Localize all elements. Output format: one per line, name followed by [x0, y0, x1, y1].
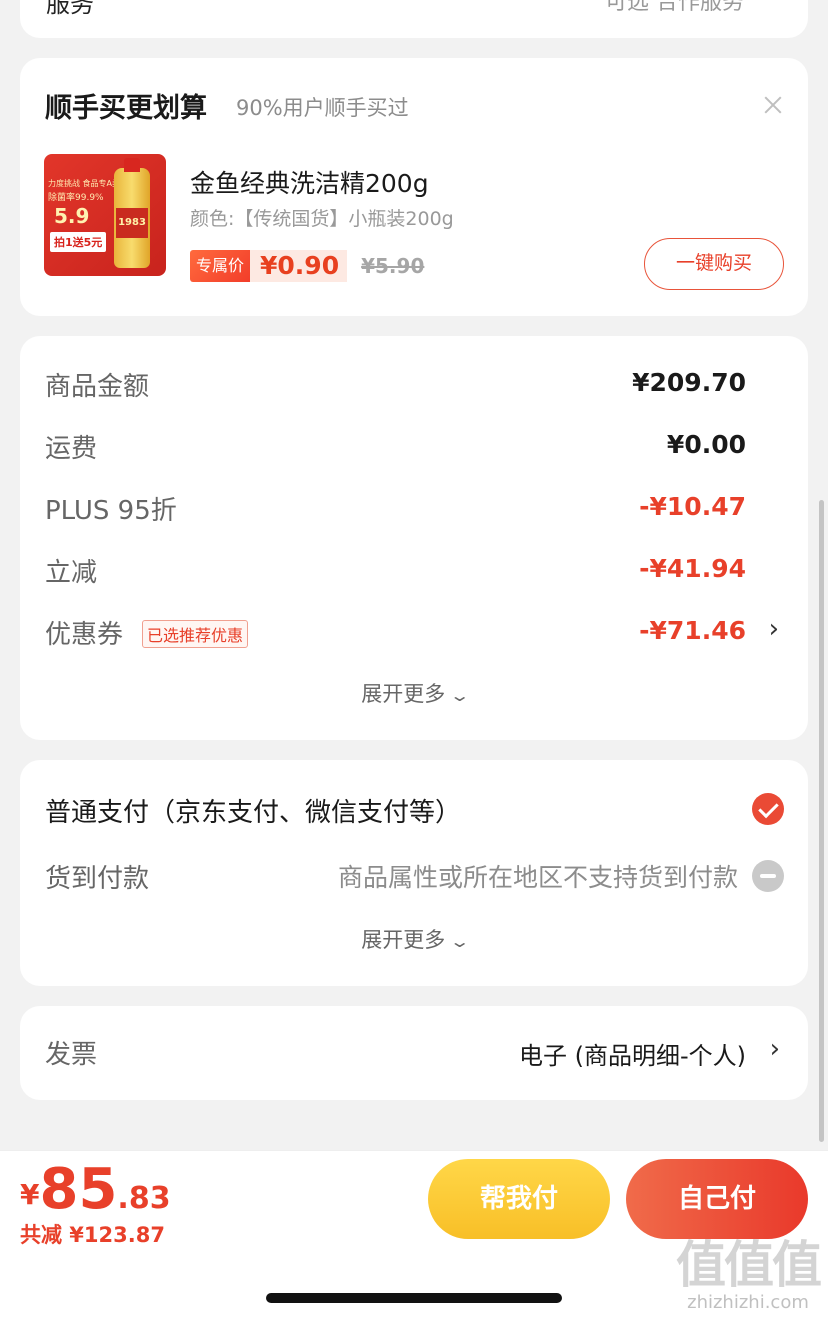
currency-symbol: ¥ — [20, 1178, 40, 1211]
chevron-down-icon: ⌄ — [449, 686, 471, 705]
total-price: ¥85.83 — [20, 1157, 171, 1222]
close-icon[interactable] — [760, 92, 786, 118]
expand-label: 展开更多 — [361, 928, 446, 952]
product-image-tag: 力度挑战 食品专A类 — [48, 179, 121, 188]
summary-value: -¥10.47 — [639, 492, 746, 521]
product-spec: 颜色:【传统国货】小瓶装200g — [190, 208, 454, 230]
summary-label: 优惠券 — [45, 620, 124, 650]
payment-card: 普通支付（京东支付、微信支付等） 货到付款 商品属性或所在地区不支持货到付款 展… — [20, 760, 808, 986]
invoice-value: 电子 (商品明细-个人) — [518, 1042, 746, 1070]
bottle-cap-graphic — [124, 158, 140, 172]
watermark-url: zhizhizhi.com — [687, 1292, 809, 1313]
original-price: ¥5.90 — [361, 254, 425, 278]
home-indicator[interactable] — [266, 1293, 562, 1303]
upsell-subtitle: 90%用户顺手买过 — [236, 96, 409, 120]
check-circle-icon[interactable] — [752, 793, 784, 825]
payment-option-normal[interactable]: 普通支付（京东支付、微信支付等） — [45, 792, 461, 829]
invoice-label: 发票 — [45, 1040, 98, 1070]
bottle-label: 1983 — [116, 208, 148, 238]
watermark-logo: 值值值 — [676, 1236, 822, 1294]
checkout-bar: ¥85.83 共减 ¥123.87 帮我付 自己付 值值值 zhizhizhi.… — [0, 1150, 828, 1318]
chevron-right-icon[interactable]: › — [770, 1034, 780, 1064]
coupon-badge: 已选推荐优惠 — [142, 620, 249, 648]
service-label: 服务 — [46, 0, 94, 18]
summary-value: -¥71.46 — [639, 616, 746, 645]
summary-row-plus-discount: PLUS 95折 -¥10.47 — [45, 486, 783, 526]
summary-label: 运费 — [45, 434, 98, 464]
exclusive-price-tag: 专属价 — [190, 250, 251, 282]
summary-row-shipping: 运费 ¥0.00 — [45, 424, 783, 464]
total-saved: 共减 ¥123.87 — [20, 1223, 165, 1247]
payment-option-cod: 货到付款 — [45, 864, 150, 894]
product-image[interactable]: 力度挑战 食品专A类 除菌率99.9% 5.9 拍1送5元 1983 — [44, 154, 166, 276]
summary-label: PLUS 95折 — [45, 496, 177, 526]
product-image-price: 5.9 — [54, 204, 90, 228]
summary-label: 立减 — [45, 558, 98, 588]
chevron-right-icon[interactable]: › — [769, 614, 779, 644]
service-card-partial: 服务 可选 合作服务 — [20, 0, 808, 38]
summary-row-instant-discount: 立减 -¥41.94 — [45, 548, 783, 588]
summary-label: 商品金额 — [45, 372, 150, 402]
product-image-deal: 拍1送5元 — [50, 232, 107, 252]
chevron-down-icon: ⌄ — [449, 932, 471, 951]
summary-value: -¥41.94 — [639, 554, 746, 583]
scrollbar[interactable] — [819, 500, 824, 1142]
upsell-title: 顺手买更划算 — [45, 93, 207, 124]
product-name[interactable]: 金鱼经典洗洁精200g — [190, 164, 429, 200]
product-price: ¥0.90 — [250, 250, 348, 282]
summary-expand-more[interactable]: 展开更多 ⌄ — [20, 678, 808, 708]
one-click-buy-button[interactable]: 一键购买 — [644, 238, 784, 290]
order-summary-card: 商品金额 ¥209.70 运费 ¥0.00 PLUS 95折 -¥10.47 立… — [20, 336, 808, 740]
total-decimal: .83 — [117, 1181, 171, 1216]
summary-row-coupon[interactable]: 优惠券 已选推荐优惠 -¥71.46 › — [45, 610, 783, 650]
expand-label: 展开更多 — [361, 682, 446, 706]
disabled-circle-icon — [752, 860, 784, 892]
service-value[interactable]: 可选 合作服务 — [605, 0, 744, 16]
product-image-tag: 除菌率99.9% — [48, 193, 104, 203]
product-price-row: 专属价 ¥0.90 ¥5.90 — [190, 250, 424, 282]
summary-value: ¥209.70 — [632, 368, 746, 397]
help-me-pay-button[interactable]: 帮我付 — [428, 1159, 610, 1239]
cod-unavailable-note: 商品属性或所在地区不支持货到付款 — [337, 863, 738, 892]
pay-myself-button[interactable]: 自己付 — [626, 1159, 808, 1239]
summary-value: ¥0.00 — [666, 430, 746, 459]
watermark: 值值值 zhizhizhi.com — [676, 1236, 822, 1313]
payment-expand-more[interactable]: 展开更多 ⌄ — [20, 924, 808, 954]
summary-row-goods-amount: 商品金额 ¥209.70 — [45, 362, 783, 402]
upsell-card: 顺手买更划算 90%用户顺手买过 力度挑战 食品专A类 除菌率99.9% 5.9… — [20, 58, 808, 316]
invoice-card[interactable]: 发票 电子 (商品明细-个人) › — [20, 1006, 808, 1100]
total-integer: 85 — [39, 1157, 118, 1222]
